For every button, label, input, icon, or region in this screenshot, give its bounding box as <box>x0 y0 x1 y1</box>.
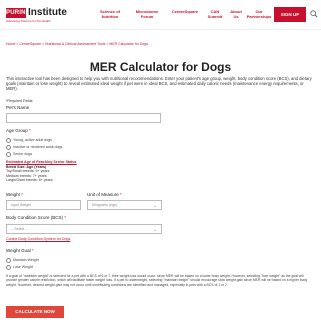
age-option-label: Young, active adult dogs <box>13 138 53 142</box>
goal-option-label: Lose Weight <box>13 265 33 269</box>
weight-goal-disclaimer: If a goal of "maintain weight" is select… <box>6 274 308 287</box>
age-radio-inactive[interactable] <box>6 145 11 150</box>
goal-option-label: Maintain Weight <box>13 258 39 262</box>
senior-guide-breed-header: Breed Size: Age (Years) <box>6 164 47 169</box>
nav-can-summit[interactable]: CAN Summit <box>205 9 225 19</box>
unit-selected-value: Kilograms (kgs) <box>92 203 117 207</box>
senior-guide-line: Large/Giant breeds: 6+ years <box>6 178 53 183</box>
intro-text: This interactive tool has been designed … <box>6 76 312 92</box>
page-title: MER Calculator for Dogs <box>89 60 232 74</box>
goal-radio-maintain[interactable] <box>6 258 11 263</box>
breadcrumb[interactable]: Home > CentreSquare > Nutritional & Clin… <box>6 42 148 46</box>
age-option-label: Inactive or neutered adult dogs <box>13 145 63 149</box>
required-fields-note: *Required Fields <box>6 99 33 103</box>
bcs-selected-value: -- Select -- <box>11 227 28 231</box>
senior-age-guide: Estimated Age of Reaching Senior Status … <box>6 160 77 183</box>
logo-mark: PURINA <box>6 8 31 18</box>
nav-our-partnerships[interactable]: Our Partnerships <box>245 9 273 19</box>
nav-microbiome-forum[interactable]: Microbiome Forum <box>131 9 163 19</box>
site-header: PURINA Institute Advancing Science for P… <box>0 0 321 30</box>
unit-of-measure-select[interactable]: Kilograms (kgs) ⌄ <box>87 200 162 210</box>
pet-name-label: Pet's Name <box>6 105 30 110</box>
nav-science-of-nutrition[interactable]: Science of Nutrition <box>94 9 126 19</box>
chevron-down-icon: ⌄ <box>153 203 157 208</box>
weight-goal-label: Weight Goal * <box>6 248 34 253</box>
bcs-system-link[interactable]: Canine Body Condition System for Dogs <box>6 237 70 241</box>
weight-label: Weight * <box>6 192 23 197</box>
logo-text: Institute <box>28 7 67 18</box>
bcs-label: Body Condition Score (BCS) * <box>6 215 67 220</box>
weight-input[interactable]: Input Weight <box>6 200 81 210</box>
age-option-label: Senior dogs <box>13 152 33 156</box>
age-radio-senior[interactable] <box>6 152 11 157</box>
age-radio-young[interactable] <box>6 138 11 143</box>
sign-up-button[interactable]: SIGN UP <box>274 7 306 22</box>
age-group-label: Age Group * <box>6 128 31 133</box>
unit-of-measure-label: Unit of Measure * <box>87 192 122 197</box>
search-icon[interactable] <box>310 10 318 18</box>
bcs-select[interactable]: -- Select -- ⌄ <box>6 224 162 234</box>
goal-radio-lose[interactable] <box>6 265 11 270</box>
calculate-now-button[interactable]: CALCULATE NOW <box>6 306 64 318</box>
nav-centresquare[interactable]: CentreSquare <box>168 9 202 14</box>
chevron-down-icon: ⌄ <box>153 227 157 232</box>
nav-about-us[interactable]: About Us <box>228 9 244 19</box>
pet-name-input[interactable] <box>6 113 161 123</box>
logo-tagline: Advancing Science for Pet Health <box>6 19 51 23</box>
